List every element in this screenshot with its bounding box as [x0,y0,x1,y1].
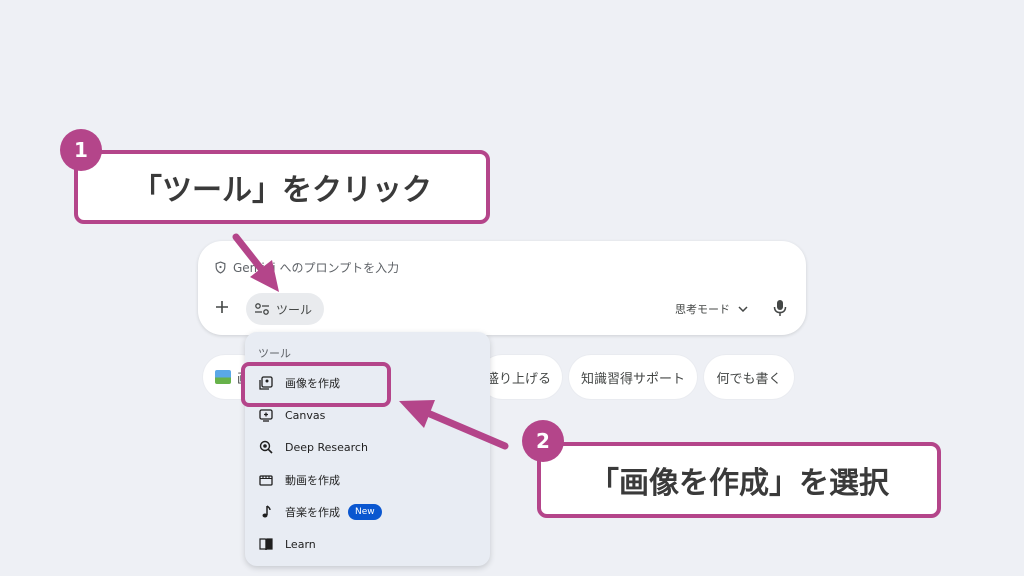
suggestion-label: 盛り上げる [486,371,552,387]
plus-icon [216,301,228,313]
callout-step1: 「ツール」をクリック [74,150,490,224]
step1-number-badge: 1 [60,129,102,171]
suggestion-label: 何でも書く [716,371,782,387]
tools-button[interactable]: ツール [246,293,325,325]
tools-menu-header: ツール [258,347,291,360]
shield-icon [215,261,226,274]
book-icon [259,538,273,551]
step2-number-badge: 2 [522,420,564,462]
canvas-icon [259,409,273,422]
tools-button-label: ツール [276,302,313,317]
menu-item-create-video[interactable]: 動画を作成 [259,472,340,488]
suggestion-chip-hype[interactable]: 盛り上げる [480,355,562,399]
suggestion-label: 知識習得サポート [580,371,685,387]
microphone-icon[interactable] [772,299,788,317]
thinking-mode-label: 思考モード [675,303,730,316]
menu-item-label: 音楽を作成 [285,506,340,519]
callout-step1-text: 「ツール」をクリック [132,173,432,208]
tools-sliders-icon [255,303,269,315]
menu-item-label: 動画を作成 [285,474,340,487]
new-badge: New [348,504,382,520]
step1-number: 1 [74,138,88,162]
menu-item-deep-research[interactable]: Deep Research [259,440,368,454]
suggestion-chip-learning[interactable]: 知識習得サポート [569,355,697,399]
chevron-down-icon [738,306,748,312]
prompt-card: Gemini へのプロンプトを入力 ツール 思考モード [198,241,806,335]
prompt-input-row[interactable]: Gemini へのプロンプトを入力 [214,259,399,276]
music-note-icon [262,505,271,518]
suggestion-chip-write[interactable]: 何でも書く [704,355,794,399]
deep-research-icon [259,440,273,454]
callout-step2: 「画像を作成」を選択 [537,442,941,518]
video-icon [259,475,273,486]
callout-step2-text: 「画像を作成」を選択 [589,466,889,501]
step2-number: 2 [536,429,550,453]
prompt-placeholder[interactable]: Gemini へのプロンプトを入力 [233,259,399,276]
thinking-mode-select[interactable]: 思考モード [675,301,748,317]
menu-item-label: Learn [285,537,316,551]
menu-item-label: Canvas [285,408,326,422]
highlight-create-image [241,362,391,407]
picture-icon [215,370,231,384]
add-button[interactable] [212,297,232,317]
menu-item-create-music[interactable]: 音楽を作成 New [259,504,382,520]
menu-item-learn[interactable]: Learn [259,537,316,551]
menu-item-canvas[interactable]: Canvas [259,408,325,422]
menu-item-label: Deep Research [285,440,368,454]
